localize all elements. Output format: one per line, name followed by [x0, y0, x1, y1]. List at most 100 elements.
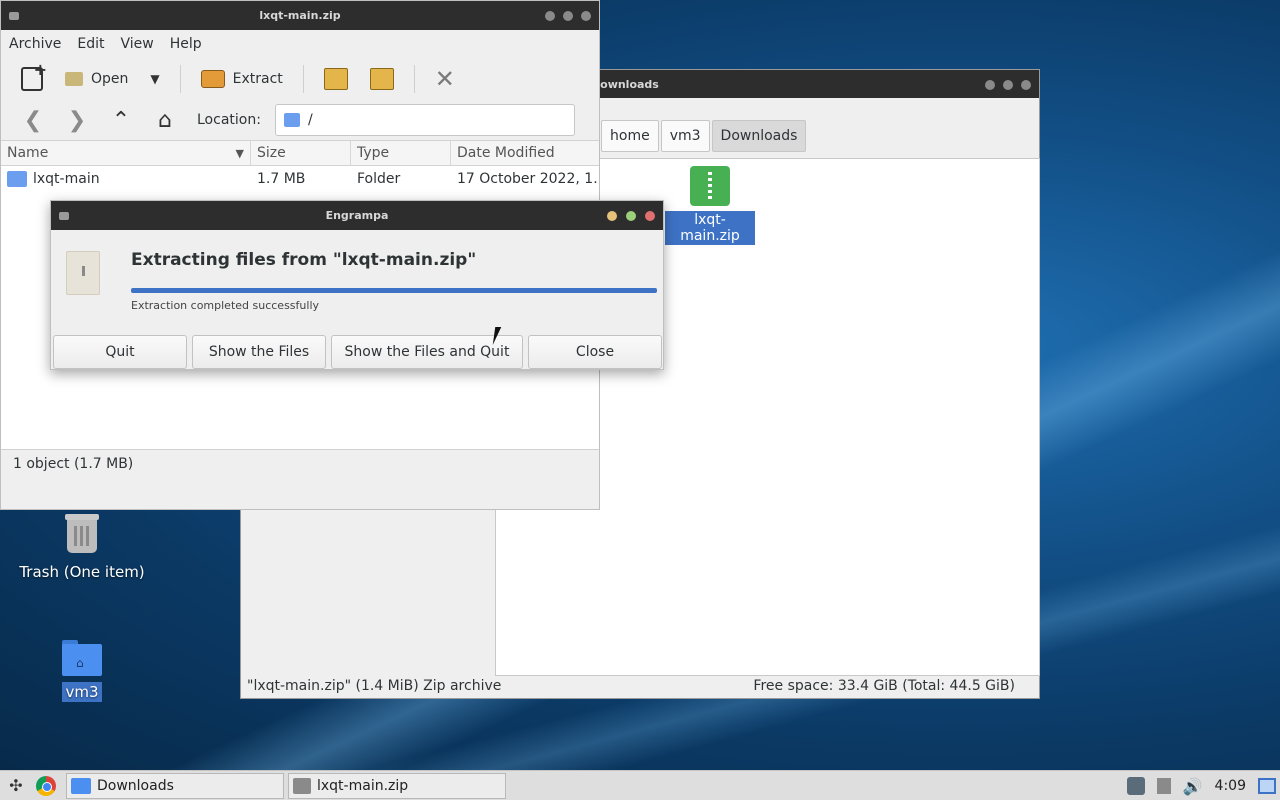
- zip-archive-icon: [690, 166, 730, 206]
- breadcrumb-vm3[interactable]: vm3: [660, 120, 710, 152]
- menu-archive[interactable]: Archive: [9, 36, 61, 52]
- maximize-button[interactable]: [1003, 80, 1013, 90]
- location-label: Location:: [197, 112, 261, 128]
- show-desktop-icon[interactable]: [1258, 778, 1276, 794]
- status-free-space: Free space: 33.4 GiB (Total: 44.5 GiB): [753, 678, 1015, 694]
- dialog-heading: Extracting files from "lxqt-main.zip": [131, 250, 477, 270]
- minimize-button[interactable]: [985, 80, 995, 90]
- chrome-launcher-icon[interactable]: [36, 775, 56, 796]
- chevron-right-icon: ❯: [67, 107, 87, 133]
- folder-icon: [283, 113, 300, 127]
- toolbar-separator: [413, 65, 415, 93]
- extract-progress-dialog: Engrampa Extracting files from "lxqt-mai…: [50, 200, 664, 370]
- dialog-message: Extraction completed successfully: [131, 299, 320, 312]
- breadcrumb: home vm3 Downloads: [601, 120, 807, 152]
- menu-view[interactable]: View: [121, 36, 154, 52]
- open-button[interactable]: Open: [57, 62, 136, 96]
- volume-icon[interactable]: 🔊: [1183, 777, 1203, 796]
- stop-button[interactable]: ✕: [427, 62, 463, 96]
- new-archive-button[interactable]: [13, 60, 51, 96]
- breadcrumb-downloads[interactable]: Downloads: [711, 120, 807, 152]
- column-size[interactable]: Size: [251, 141, 351, 165]
- open-label: Open: [91, 71, 129, 87]
- close-icon: ✕: [434, 65, 455, 93]
- archive-file-icon: [66, 251, 100, 295]
- column-name[interactable]: Name ▼: [1, 141, 251, 165]
- add-files-button[interactable]: [316, 62, 356, 96]
- open-folder-icon: [65, 72, 83, 86]
- dialog-buttons: Quit Show the Files Show the Files and Q…: [53, 335, 662, 369]
- extract-button[interactable]: Extract: [193, 62, 291, 96]
- column-type[interactable]: Type: [351, 141, 451, 165]
- status-bar: "lxqt-main.zip" (1.4 MiB) Zip archive Fr…: [241, 674, 1039, 698]
- archive-icon: [293, 777, 311, 794]
- close-button[interactable]: [581, 11, 591, 21]
- taskbar: ✣ Downloads lxqt-main.zip 🔊 4:09: [0, 770, 1280, 800]
- start-menu-icon: ✣: [9, 776, 23, 795]
- row-size: 1.7 MB: [257, 171, 306, 187]
- toolbar-separator: [302, 65, 304, 93]
- extract-icon: [200, 70, 225, 88]
- file-item-label: lxqt-main.zip: [665, 211, 755, 245]
- task-label: Downloads: [97, 777, 174, 794]
- window-title: lxqt-main.zip: [259, 9, 341, 22]
- dialog-titlebar[interactable]: Engrampa: [51, 201, 663, 230]
- add-folder-button[interactable]: [362, 62, 402, 96]
- file-item-zip[interactable]: lxqt-main.zip: [665, 166, 755, 245]
- file-list-header: Name ▼ Size Type Date Modified: [1, 140, 599, 166]
- home-icon: ⌂: [158, 107, 172, 133]
- table-row[interactable]: lxqt-main 1.7 MB Folder 17 October 2022,…: [1, 166, 599, 192]
- notification-icon[interactable]: [1126, 777, 1145, 795]
- maximize-button[interactable]: [626, 211, 636, 221]
- status-bar: 1 object (1.7 MB): [1, 449, 599, 477]
- quit-button[interactable]: Quit: [53, 335, 187, 369]
- extract-label: Extract: [232, 71, 283, 87]
- removable-media-icon[interactable]: [1156, 778, 1171, 794]
- menu-edit[interactable]: Edit: [77, 36, 104, 52]
- row-type: Folder: [357, 171, 401, 187]
- progress-bar: [131, 288, 657, 293]
- open-dropdown-button[interactable]: ▼: [142, 62, 167, 96]
- column-name-label: Name: [7, 145, 49, 161]
- desktop-icon-trash[interactable]: Trash (One item): [7, 512, 157, 582]
- status-selection: "lxqt-main.zip" (1.4 MiB) Zip archive: [247, 678, 502, 694]
- start-menu-button[interactable]: ✣: [2, 772, 30, 800]
- row-date: 17 October 2022, 1…: [457, 171, 599, 187]
- home-button[interactable]: ⌂: [145, 103, 185, 137]
- engrampa-titlebar[interactable]: lxqt-main.zip: [1, 1, 599, 30]
- forward-button[interactable]: ❯: [57, 103, 97, 137]
- close-button[interactable]: [1021, 80, 1031, 90]
- column-date[interactable]: Date Modified: [451, 141, 599, 165]
- up-button[interactable]: ⌃: [101, 103, 141, 137]
- task-label: lxqt-main.zip: [317, 777, 409, 794]
- home-folder-icon: ⌂: [62, 640, 102, 676]
- toolbar-separator: [179, 65, 181, 93]
- back-button[interactable]: ❮: [13, 103, 53, 137]
- row-name: lxqt-main: [33, 171, 100, 187]
- trash-icon: [64, 512, 100, 554]
- breadcrumb-home[interactable]: home: [601, 120, 659, 152]
- desktop-icon-vm3[interactable]: ⌂ vm3: [7, 640, 157, 702]
- clock[interactable]: 4:09: [1215, 778, 1246, 794]
- toolbar: Open ▼ Extract ✕: [1, 58, 599, 100]
- add-folder-icon: [369, 68, 394, 90]
- task-downloads[interactable]: Downloads: [66, 772, 284, 799]
- task-lxqt-main-zip[interactable]: lxqt-main.zip: [288, 772, 506, 799]
- progress-fill: [131, 288, 657, 293]
- menu-help[interactable]: Help: [170, 36, 202, 52]
- location-value: /: [307, 112, 313, 128]
- chevron-down-icon: ▼: [150, 72, 160, 86]
- minimize-button[interactable]: [607, 211, 617, 221]
- maximize-button[interactable]: [563, 11, 573, 21]
- minimize-button[interactable]: [545, 11, 555, 21]
- close-button[interactable]: [645, 211, 655, 221]
- folder-icon: [7, 171, 27, 187]
- system-tray: 🔊 4:09: [1126, 771, 1280, 800]
- desktop-icon-label: Trash (One item): [19, 563, 145, 581]
- close-dialog-button[interactable]: Close: [528, 335, 662, 369]
- show-files-button[interactable]: Show the Files: [192, 335, 326, 369]
- location-input[interactable]: /: [274, 104, 575, 136]
- chevron-left-icon: ❮: [23, 107, 43, 133]
- dialog-title: Engrampa: [325, 209, 389, 222]
- add-files-icon: [323, 68, 348, 90]
